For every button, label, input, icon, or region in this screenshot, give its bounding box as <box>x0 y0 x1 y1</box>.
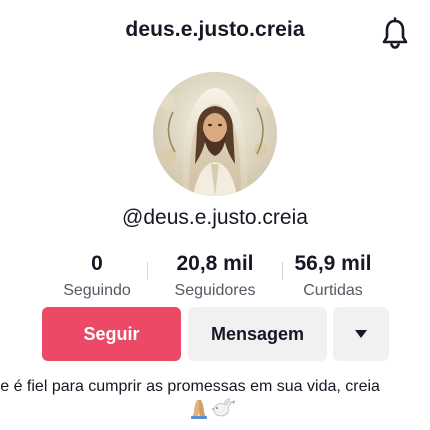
bell-icon[interactable] <box>380 17 410 49</box>
likes-label: Curtidas <box>303 282 363 299</box>
following-label: Seguindo <box>63 282 131 299</box>
message-button[interactable]: Mensagem <box>188 307 327 361</box>
bio-emojis <box>188 398 248 420</box>
dove-emoji <box>211 398 235 417</box>
more-options-button[interactable] <box>333 307 389 361</box>
profile-avatar[interactable] <box>153 72 277 196</box>
follow-button[interactable]: Seguir <box>42 307 181 361</box>
praying-hands-emoji <box>191 400 207 419</box>
followers-count: 20,8 mil <box>176 252 254 275</box>
following-count: 0 <box>91 252 103 275</box>
caret-down-icon <box>355 330 367 338</box>
followers-label: Seguidores <box>174 282 256 299</box>
stat-following[interactable]: 0 Seguindo <box>32 252 162 300</box>
top-bar: deus.e.justo.creia <box>0 0 430 66</box>
profile-username-title: deus.e.justo.creia <box>125 18 305 41</box>
profile-avatar-image <box>153 72 277 196</box>
likes-count: 56,9 mil <box>294 252 372 275</box>
bio-text: Ele é fiel para cumprir as promessas em … <box>0 378 380 395</box>
stat-divider <box>147 262 148 280</box>
stat-followers[interactable]: 20,8 mil Seguidores <box>150 252 280 300</box>
stat-likes[interactable]: 56,9 mil Curtidas <box>268 252 398 300</box>
profile-handle: @deus.e.justo.creia <box>122 206 308 229</box>
